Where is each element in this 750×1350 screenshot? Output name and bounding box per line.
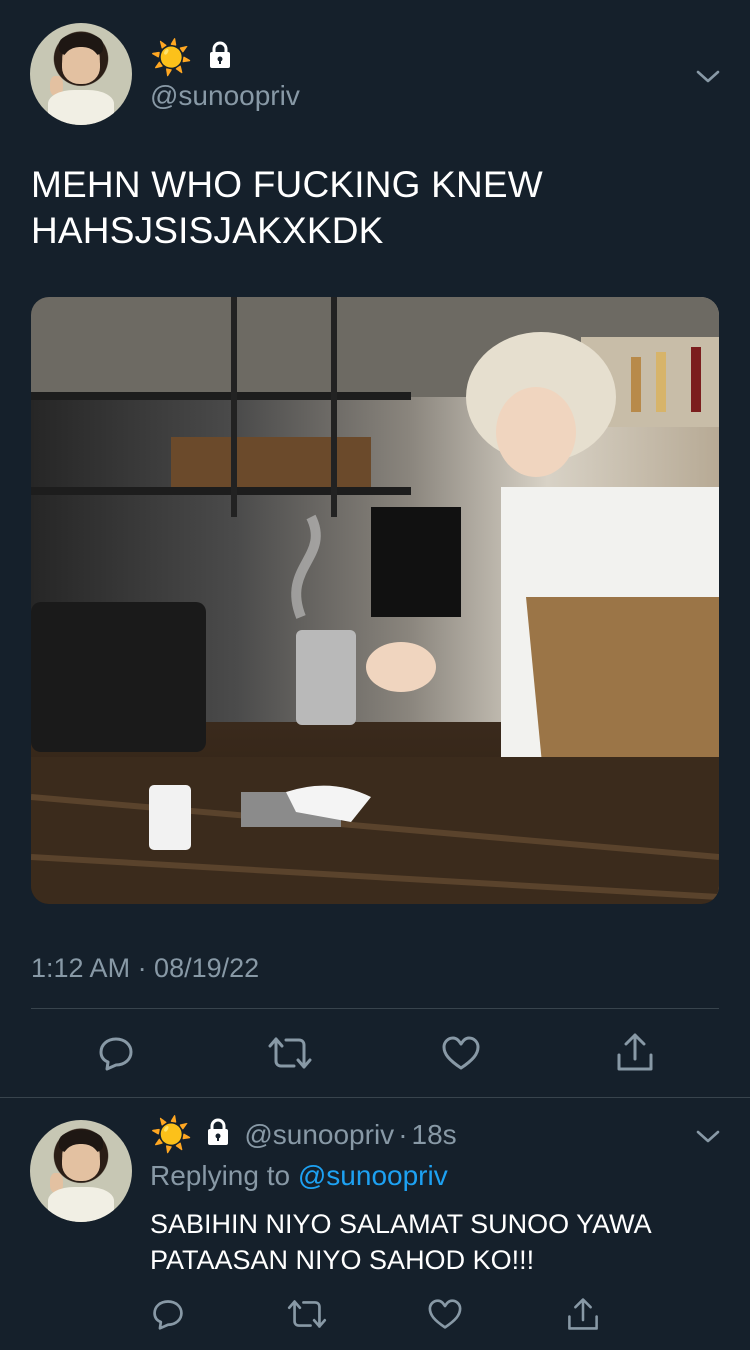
avatar-face (61, 47, 101, 85)
like-button[interactable] (440, 1033, 482, 1073)
share-button[interactable] (614, 1030, 656, 1074)
retweet-icon (268, 1037, 312, 1069)
divider-full (0, 1097, 750, 1098)
replying-to-link[interactable]: @sunoopriv (298, 1160, 448, 1191)
tweet-text: MEHN WHO FUCKING KNEW HAHSJSISJAKXKDK (31, 162, 721, 254)
photo-illustration (31, 297, 719, 904)
retweet-button[interactable] (268, 1033, 312, 1073)
avatar-shirt (48, 1187, 114, 1222)
replying-to-line: Replying to @sunoopriv (150, 1160, 448, 1192)
reply-button[interactable] (96, 1033, 136, 1073)
sun-emoji: ☀️ (150, 38, 193, 77)
reply-icon (153, 1300, 183, 1330)
reply-retweet-button[interactable] (287, 1296, 327, 1332)
author-avatar[interactable] (30, 23, 132, 125)
avatar-face (61, 1144, 101, 1182)
reply-reply-button[interactable] (150, 1296, 186, 1332)
lock-icon (204, 1117, 232, 1152)
reply-like-button[interactable] (426, 1296, 464, 1332)
tweet-text-line-2: HAHSJSISJAKXKDK (31, 210, 384, 251)
tweet-menu-chevron[interactable] (692, 60, 724, 92)
reply-age: 18s (411, 1118, 457, 1150)
reply-share-button[interactable] (564, 1294, 602, 1334)
reply-avatar[interactable] (30, 1120, 132, 1222)
reply-menu-chevron[interactable] (692, 1120, 724, 1152)
like-icon (442, 1036, 480, 1070)
like-icon (428, 1299, 462, 1329)
reply-header: ☀️ @sunoopriv · 18s (150, 1117, 457, 1152)
reply-icon (99, 1037, 133, 1071)
share-icon (617, 1033, 653, 1071)
author-name[interactable]: ☀️ (150, 40, 234, 75)
reply-text-line-2: PATAASAN NIYO SAHOD KO!!! (150, 1245, 535, 1275)
reply-separator: · (398, 1118, 408, 1150)
lock-icon (206, 40, 234, 75)
share-icon (568, 1298, 598, 1330)
author-handle[interactable]: @sunoopriv (150, 80, 300, 112)
divider-top (31, 1008, 719, 1009)
retweet-icon (287, 1300, 327, 1328)
avatar-shirt (48, 90, 114, 125)
sun-emoji: ☀️ (150, 1115, 193, 1154)
reply-handle[interactable]: @sunoopriv (244, 1119, 394, 1151)
chevron-down-icon (696, 70, 720, 83)
tweet-photo[interactable] (31, 297, 719, 904)
reply-text: SABIHIN NIYO SALAMAT SUNOO YAWA PATAASAN… (150, 1206, 740, 1278)
chevron-down-icon (696, 1130, 720, 1143)
reply-text-line-1: SABIHIN NIYO SALAMAT SUNOO YAWA (150, 1209, 652, 1239)
tweet-text-line-1: MEHN WHO FUCKING KNEW (31, 164, 543, 205)
tweet-timestamp[interactable]: 1:12 AM · 08/19/22 (31, 953, 259, 984)
replying-to-label: Replying to (150, 1160, 298, 1191)
